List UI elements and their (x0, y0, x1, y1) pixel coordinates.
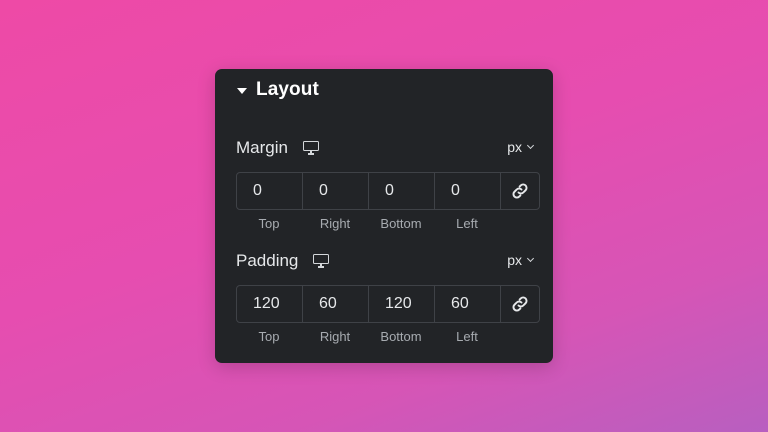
margin-unit-select[interactable]: px (507, 139, 535, 155)
side-label-left: Left (456, 329, 478, 344)
margin-left-input[interactable]: 0 (435, 173, 501, 209)
padding-unit-value: px (507, 252, 522, 268)
side-label-bottom: Bottom (380, 329, 422, 344)
side-label-top: Top (258, 329, 280, 344)
side-label-left: Left (456, 216, 478, 231)
desktop-monitor-icon[interactable] (313, 254, 330, 268)
caret-down-icon (237, 87, 247, 94)
padding-unit-select[interactable]: px (507, 252, 535, 268)
padding-link-values-button[interactable] (501, 286, 539, 322)
side-label-right: Right (319, 329, 351, 344)
padding-left-input[interactable]: 60 (435, 286, 501, 322)
margin-header: Margin px (236, 136, 541, 160)
margin-right-input[interactable]: 0 (303, 173, 369, 209)
padding-header: Padding px (236, 249, 541, 273)
margin-link-values-button[interactable] (501, 173, 539, 209)
padding-section: Padding px 120 60 120 60 Top Right Botto… (236, 249, 541, 344)
padding-inputs: 120 60 120 60 (236, 285, 540, 323)
side-label-bottom: Bottom (380, 216, 422, 231)
padding-right-input[interactable]: 60 (303, 286, 369, 322)
margin-label: Margin (236, 138, 288, 157)
margin-side-labels: Top Right Bottom Left (236, 216, 540, 231)
margin-inputs: 0 0 0 0 (236, 172, 540, 210)
margin-bottom-input[interactable]: 0 (369, 173, 435, 209)
layout-panel: Layout Margin px 0 0 0 0 Top Right Botto… (215, 69, 553, 363)
desktop-monitor-icon[interactable] (302, 141, 319, 155)
link-icon (512, 296, 528, 312)
chevron-down-icon (526, 254, 535, 263)
link-icon (512, 183, 528, 199)
padding-side-labels: Top Right Bottom Left (236, 329, 540, 344)
padding-top-input[interactable]: 120 (237, 286, 303, 322)
layout-section-toggle[interactable]: Layout (237, 79, 319, 101)
margin-top-input[interactable]: 0 (237, 173, 303, 209)
chevron-down-icon (526, 141, 535, 150)
margin-unit-value: px (507, 139, 522, 155)
padding-bottom-input[interactable]: 120 (369, 286, 435, 322)
margin-section: Margin px 0 0 0 0 Top Right Bottom Left (236, 136, 541, 231)
padding-label: Padding (236, 251, 299, 270)
side-label-right: Right (319, 216, 351, 231)
panel-title: Layout (256, 79, 319, 100)
side-label-top: Top (258, 216, 280, 231)
